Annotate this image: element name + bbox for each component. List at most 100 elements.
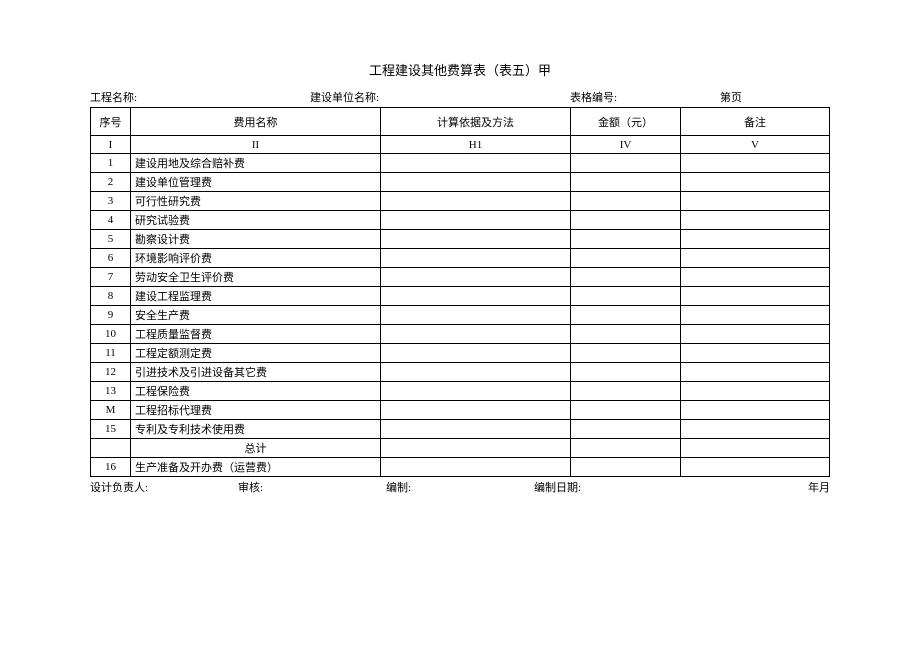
cell-calc — [381, 211, 571, 230]
cell-amount — [571, 211, 681, 230]
cell-amount — [571, 344, 681, 363]
cell-calc — [381, 268, 571, 287]
table-row: 11工程定额测定费 — [91, 344, 830, 363]
cell-amount — [571, 154, 681, 173]
cell-note — [681, 249, 830, 268]
cell-seq: 6 — [91, 249, 131, 268]
compiler-label: 编制: — [386, 482, 411, 494]
cell-name: 工程招标代理费 — [131, 401, 381, 420]
cell-note — [681, 439, 830, 458]
cell-seq: 3 — [91, 192, 131, 211]
cell-name: 建设用地及综合赔补费 — [131, 154, 381, 173]
cell-seq: 16 — [91, 458, 131, 477]
project-label: 工程名称: — [90, 89, 137, 105]
cell-name: 工程质量监督费 — [131, 325, 381, 344]
cell-note — [681, 268, 830, 287]
cell-amount — [571, 268, 681, 287]
meta-row: 工程名称: 建设单位名称: 表格编号: 第页 — [90, 89, 830, 105]
cell-amount — [571, 420, 681, 439]
cell-calc — [381, 173, 571, 192]
cell-name: 建设单位管理费 — [131, 173, 381, 192]
formno-label: 表格编号: — [570, 89, 617, 105]
table-row: 6环境影响评价费 — [91, 249, 830, 268]
cell-note — [681, 325, 830, 344]
cell-calc — [381, 192, 571, 211]
cell-calc — [381, 287, 571, 306]
cell-note — [681, 363, 830, 382]
cell-note — [681, 192, 830, 211]
cell-seq: 1 — [91, 154, 131, 173]
hdr-calc: 计算依据及方法 — [381, 108, 571, 136]
cell-calc — [381, 401, 571, 420]
cell-note — [681, 211, 830, 230]
cell-amount — [571, 230, 681, 249]
cell-calc — [381, 344, 571, 363]
cell-name: 工程定额测定费 — [131, 344, 381, 363]
hdr2-calc: H1 — [381, 136, 571, 154]
cell-seq: 2 — [91, 173, 131, 192]
cell-note — [681, 344, 830, 363]
table-row: 12引进技术及引进设备其它费 — [91, 363, 830, 382]
cell-name: 引进技术及引进设备其它费 — [131, 363, 381, 382]
cell-amount — [571, 192, 681, 211]
cell-amount — [571, 382, 681, 401]
cell-amount — [571, 306, 681, 325]
fee-table: 序号 费用名称 计算依据及方法 金额（元） 备注 I II H1 IV V 1建… — [90, 107, 830, 477]
yearmonth-label: 年月 — [808, 482, 830, 494]
hdr-seq: 序号 — [91, 108, 131, 136]
table-row: 2建设单位管理费 — [91, 173, 830, 192]
cell-seq — [91, 439, 131, 458]
reviewer-label: 审核: — [238, 482, 263, 494]
cell-seq: 10 — [91, 325, 131, 344]
cell-note — [681, 306, 830, 325]
cell-amount — [571, 401, 681, 420]
table-header-row: 序号 费用名称 计算依据及方法 金额（元） 备注 — [91, 108, 830, 136]
cell-seq: 13 — [91, 382, 131, 401]
cell-name: 专利及专利技术使用费 — [131, 420, 381, 439]
hdr2-note: V — [681, 136, 830, 154]
cell-amount — [571, 439, 681, 458]
table-row: 3可行性研究费 — [91, 192, 830, 211]
cell-calc — [381, 306, 571, 325]
cell-name: 可行性研究费 — [131, 192, 381, 211]
cell-calc — [381, 458, 571, 477]
cell-name: 环境影响评价费 — [131, 249, 381, 268]
hdr-amount: 金额（元） — [571, 108, 681, 136]
cell-name: 生产准备及开办费（运营费） — [131, 458, 381, 477]
cell-seq: 15 — [91, 420, 131, 439]
cell-calc — [381, 249, 571, 268]
cell-seq: 4 — [91, 211, 131, 230]
cell-name: 劳动安全卫生评价费 — [131, 268, 381, 287]
cell-calc — [381, 230, 571, 249]
designer-label: 设计负责人: — [90, 482, 148, 494]
hdr2-name: II — [131, 136, 381, 154]
cell-seq: 9 — [91, 306, 131, 325]
table-row: 5勘察设计费 — [91, 230, 830, 249]
cell-amount — [571, 173, 681, 192]
table-row: 10工程质量监督费 — [91, 325, 830, 344]
cell-seq: 5 — [91, 230, 131, 249]
cell-amount — [571, 363, 681, 382]
cell-calc — [381, 363, 571, 382]
unit-label: 建设单位名称: — [310, 89, 379, 105]
cell-calc — [381, 382, 571, 401]
cell-amount — [571, 458, 681, 477]
date-label: 编制日期: — [534, 482, 581, 494]
table-row: 8建设工程监理费 — [91, 287, 830, 306]
cell-amount — [571, 287, 681, 306]
hdr-name: 费用名称 — [131, 108, 381, 136]
cell-amount — [571, 325, 681, 344]
cell-name: 研究试验费 — [131, 211, 381, 230]
page-title: 工程建设其他费算表（表五）甲 — [90, 60, 830, 79]
table-row: 4研究试验费 — [91, 211, 830, 230]
cell-calc — [381, 154, 571, 173]
cell-note — [681, 458, 830, 477]
cell-note — [681, 230, 830, 249]
cell-seq: 11 — [91, 344, 131, 363]
cell-calc — [381, 325, 571, 344]
cell-name: 工程保险费 — [131, 382, 381, 401]
cell-note — [681, 173, 830, 192]
cell-amount — [571, 249, 681, 268]
hdr2-amount: IV — [571, 136, 681, 154]
cell-note — [681, 401, 830, 420]
